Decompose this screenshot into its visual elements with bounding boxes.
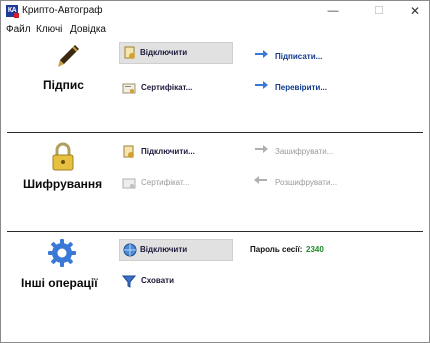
section-divider [7,132,423,133]
section-title-signature: Підпис [43,78,84,92]
verify-button[interactable]: Перевірити... [253,78,327,98]
pen-icon [53,43,81,71]
session-password-value: 2340 [306,245,324,254]
certificate-icon [123,145,134,158]
session-password-label: Пароль сесії: [250,245,303,254]
arrow-right-icon [255,50,268,58]
menu-file[interactable]: Файл [6,24,31,35]
encrypt-button[interactable]: Зашифрувати... [253,142,333,162]
encryption-certificate-button[interactable]: Сертифікат... [119,173,189,193]
signature-certificate-label: Сертифікат... [141,83,193,92]
certificate-icon [122,178,136,189]
gear-icon [47,238,77,268]
app-logo-icon: КА [6,5,19,18]
verify-label: Перевірити... [275,83,327,92]
certificate-icon [124,46,135,59]
other-disconnect-button[interactable]: Відключити [119,239,233,261]
title-bar: КА Крипто-Автограф — ☐ ✕ [1,1,429,21]
arrow-left-icon [255,179,267,181]
funnel-icon [122,275,136,288]
close-button[interactable]: ✕ [401,1,429,21]
other-disconnect-label: Відключити [140,245,188,254]
lock-icon [49,142,77,172]
certificate-icon [122,83,136,94]
menu-help[interactable]: Довідка [70,24,106,35]
app-window: КА Крипто-Автограф — ☐ ✕ Файл Ключі Дові… [0,0,430,343]
signature-disconnect-label: Відключити [140,48,188,57]
encryption-certificate-label: Сертифікат... [141,178,190,187]
menu-keys[interactable]: Ключі [36,24,62,35]
hide-button[interactable]: Сховати [119,271,174,291]
arrow-right-icon [255,145,268,153]
signature-disconnect-button[interactable]: Відключити [119,42,233,64]
globe-icon [123,243,137,257]
maximize-button[interactable]: ☐ [365,1,393,21]
encryption-connect-button[interactable]: Підключити... [119,142,195,162]
section-divider [7,231,423,232]
menu-bar: Файл Ключі Довідка [1,21,429,37]
sign-button[interactable]: Підписати... [253,47,322,67]
section-title-encryption: Шифрування [23,177,103,191]
decrypt-label: Розшифрувати... [275,178,338,187]
arrow-right-icon [255,81,268,89]
section-title-other: Інші операції [21,276,98,290]
window-title: Крипто-Автограф [22,5,103,16]
encrypt-label: Зашифрувати... [275,147,334,156]
encryption-connect-label: Підключити... [141,147,195,156]
signature-certificate-button[interactable]: Сертифікат... [119,78,192,98]
hide-label: Сховати [141,276,175,285]
sign-label: Підписати... [275,52,323,61]
decrypt-button[interactable]: Розшифрувати... [253,173,337,193]
minimize-button[interactable]: — [319,1,347,21]
